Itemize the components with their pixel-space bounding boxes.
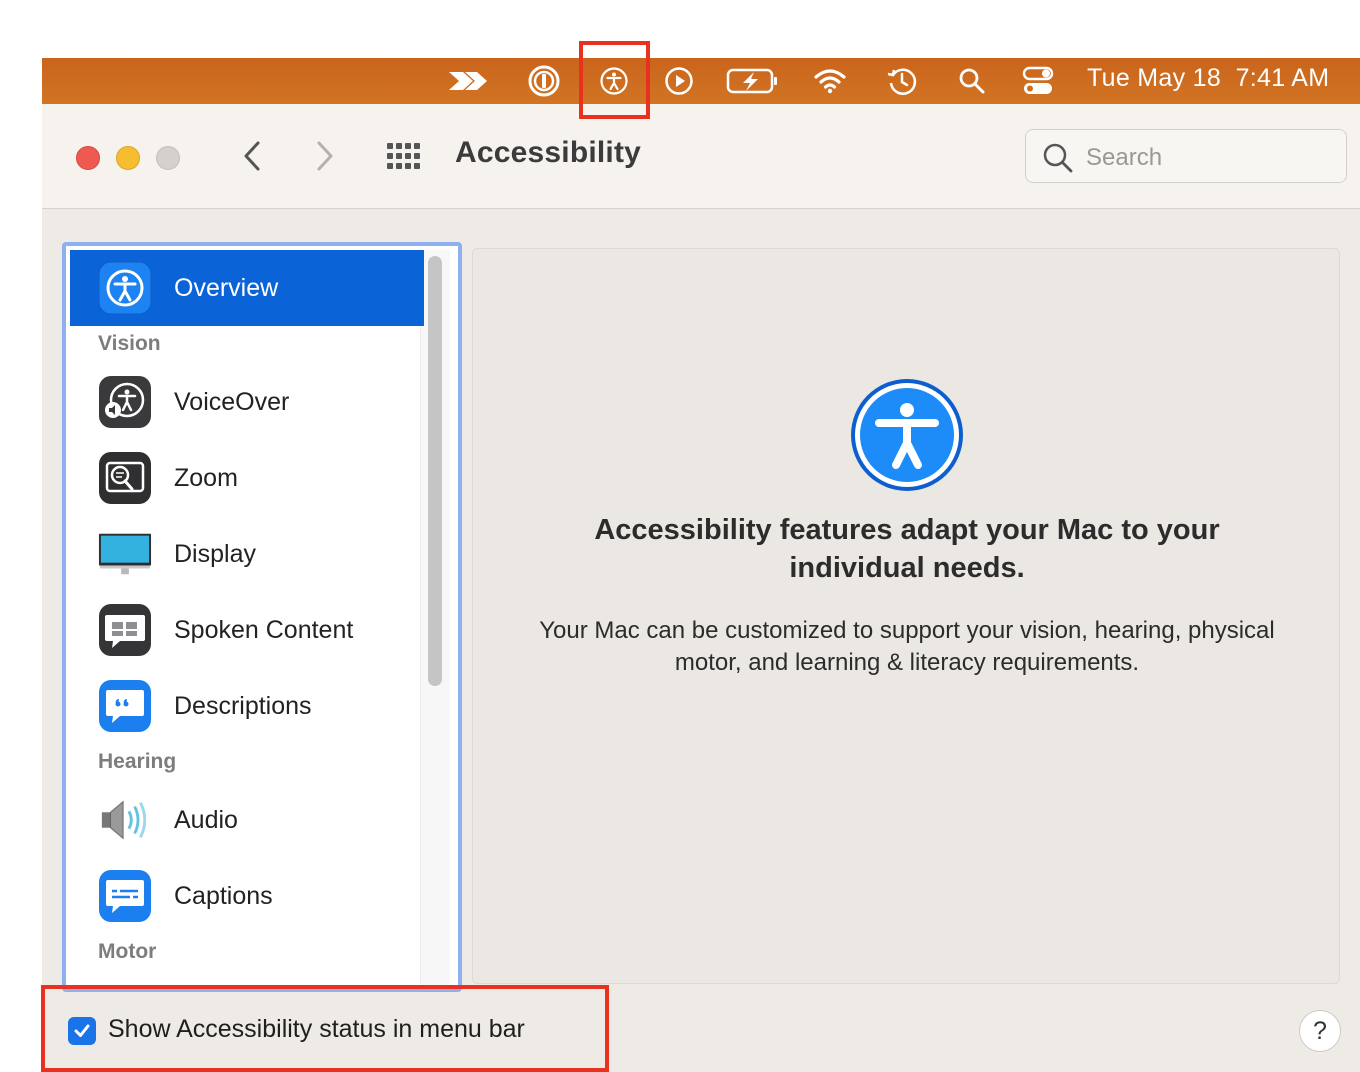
sidebar-item-zoom[interactable]: Zoom [70,440,424,516]
minimize-window-button[interactable] [116,146,140,170]
sidebar-item-spoken-content[interactable]: Spoken Content [70,592,424,668]
play-icon[interactable] [659,58,699,104]
wifi-icon[interactable] [810,58,850,104]
highlight-box-checkbox [41,985,609,1072]
overview-description: Your Mac can be customized to support yo… [539,617,1275,676]
sidebar-item-label: Spoken Content [174,615,354,644]
help-button[interactable]: ? [1299,1010,1341,1052]
spoken-content-icon [98,603,152,657]
sidebar-item-voiceover[interactable]: VoiceOver [70,364,424,440]
control-center-icon[interactable] [1018,58,1058,104]
sidebar-item-label: Display [174,539,256,568]
sidebar-item-display[interactable]: Display [70,516,424,592]
onepassword-icon[interactable] [524,58,564,104]
highlight-box-menu-icon [579,41,650,119]
section-header-vision: Vision [98,332,161,355]
sidebar-item-label: Audio [174,805,238,834]
sidebar-item-overview[interactable]: Overview [70,250,424,326]
grid-icon [387,143,420,169]
speaker-icon [98,793,152,847]
search-icon [1043,143,1073,173]
spotlight-search-icon[interactable] [952,58,992,104]
display-icon [98,527,152,581]
sidebar-list[interactable]: Overview Vision VoiceOver Zoom Display S… [62,242,462,992]
preferences-window: Accessibility Search Overview Vision Voi… [42,104,1360,1072]
voiceover-icon [98,375,152,429]
overview-panel: Accessibility features adapt your Mac to… [472,248,1340,984]
chevron-right-icon [317,141,333,171]
sidebar-item-audio[interactable]: Audio [70,782,424,858]
arrow-forward-icon[interactable] [444,58,494,104]
descriptions-icon [98,679,152,733]
forward-button[interactable] [305,134,345,178]
sidebar-item-label: Captions [174,881,273,910]
scrollbar-thumb[interactable] [428,256,442,686]
sidebar-item-captions[interactable]: Captions [70,858,424,934]
show-all-button[interactable] [384,134,424,178]
accessibility-icon [851,379,963,491]
toolbar: Accessibility Search [42,104,1360,209]
search-field[interactable]: Search [1025,129,1347,183]
overview-headline: Accessibility features adapt your Mac to… [594,514,1220,584]
chevron-left-icon [244,141,260,171]
back-button[interactable] [232,134,272,178]
section-header-hearing: Hearing [98,750,177,773]
sidebar-item-label: VoiceOver [174,387,290,416]
time-machine-icon[interactable] [882,58,922,104]
zoom-window-button [156,146,180,170]
accessibility-icon [98,261,152,315]
sidebar-item-label: Overview [174,273,279,302]
sidebar-item-label: Zoom [174,463,238,492]
menu-bar: Tue May 18 7:41 AM [42,58,1360,104]
captions-icon [98,869,152,923]
search-placeholder: Search [1086,144,1163,171]
sidebar-item-descriptions[interactable]: Descriptions [70,668,424,744]
close-window-button[interactable] [76,146,100,170]
sidebar-item-label: Descriptions [174,691,312,720]
sidebar-scrollbar[interactable] [420,250,450,988]
window-title: Accessibility [455,136,642,169]
menu-bar-clock[interactable]: Tue May 18 7:41 AM [1087,58,1329,104]
battery-charging-icon[interactable] [724,58,782,104]
zoom-icon [98,451,152,505]
section-header-motor: Motor [98,940,157,963]
